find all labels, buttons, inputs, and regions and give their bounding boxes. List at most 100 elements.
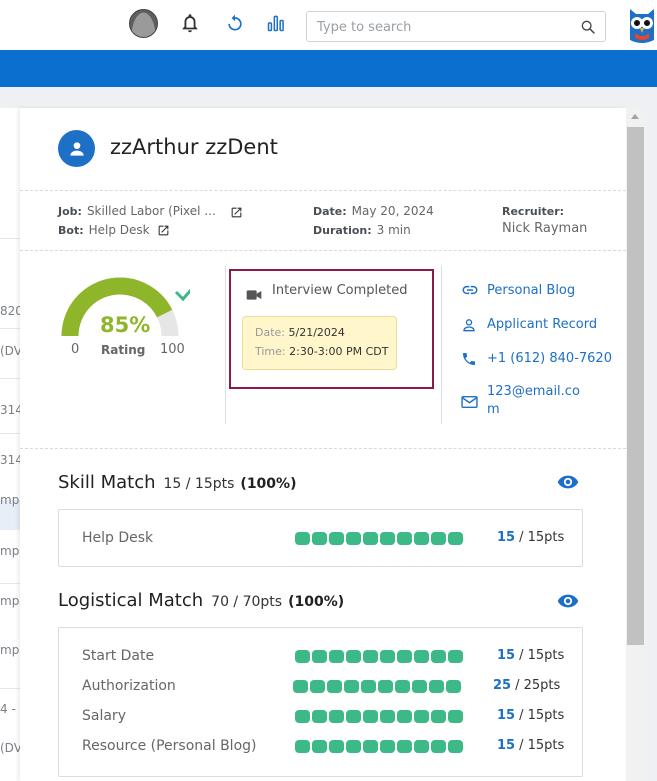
match-label: Authorization: [82, 678, 176, 694]
match-row: Start Date 15/ 15pts: [59, 647, 584, 667]
list-cell: mp: [0, 544, 20, 558]
skill-match-card: Help Desk 15/ 15pts: [58, 509, 583, 567]
refresh-icon[interactable]: [222, 10, 248, 36]
link-icon: [461, 283, 487, 297]
interview-status: Interview Completed: [272, 283, 408, 298]
scroll-up-arrow[interactable]: [631, 114, 639, 119]
match-bar-segment: [312, 710, 327, 723]
match-row: Salary 15/ 15pts: [59, 707, 584, 727]
divider: [20, 190, 626, 191]
email-link[interactable]: 123@email.com: [461, 383, 586, 419]
phone-number[interactable]: +1 (612) 840-7620: [487, 351, 612, 366]
match-bar-segment: [327, 680, 342, 693]
recruiter-value: Nick Rayman: [502, 221, 588, 236]
match-label: Start Date: [82, 648, 155, 664]
user-avatar[interactable]: [129, 9, 158, 38]
skill-match-percent: (100%): [240, 476, 297, 492]
logistical-match-title: Logistical Match 70 / 70pts (100%): [58, 590, 344, 611]
match-bar-segment: [310, 680, 325, 693]
bar-chart-icon[interactable]: [263, 10, 289, 36]
duration-value: 3 min: [376, 223, 411, 237]
duration-label: Duration:: [313, 224, 372, 237]
top-bar: [0, 0, 657, 50]
video-camera-icon: [246, 286, 262, 305]
external-link-icon[interactable]: [157, 222, 170, 241]
match-bar-segment: [414, 710, 429, 723]
match-bar-segment: [380, 740, 395, 753]
match-bar-segment: [293, 680, 308, 693]
bell-icon[interactable]: [177, 10, 203, 36]
interview-status-box: Interview Completed Date: 5/21/2024 Time…: [229, 269, 434, 389]
match-bar-segment: [346, 740, 361, 753]
match-score: 15/ 15pts: [497, 738, 565, 753]
rating-percent: 85%: [100, 313, 151, 337]
interview-time: 2:30-3:00 PM CDT: [289, 345, 389, 358]
list-cell: (DV: [0, 344, 22, 358]
person-icon: [58, 130, 95, 167]
rating-max: 100: [160, 342, 185, 357]
match-row: Resource (Personal Blog) 15/ 15pts: [59, 737, 584, 757]
match-row: Help Desk 15/ 15pts: [59, 529, 584, 549]
applicant-record-label[interactable]: Applicant Record: [487, 317, 597, 332]
match-bar-segment: [448, 740, 463, 753]
background-list: 8207 (DV 3148 3148 mp mp mp mp 4 - (DV: [0, 108, 22, 781]
skill-match-title: Skill Match 15 / 15pts (100%): [58, 472, 296, 493]
match-bar: [295, 532, 463, 545]
match-row: Authorization 25/ 25pts: [59, 677, 584, 697]
match-bar-segment: [412, 680, 427, 693]
scrollbar[interactable]: [626, 108, 646, 781]
match-score: 15/ 15pts: [497, 648, 565, 663]
rating-label: Rating: [101, 343, 146, 357]
match-label: Salary: [82, 708, 126, 724]
owl-logo[interactable]: [627, 6, 657, 44]
match-bar-segment: [363, 650, 378, 663]
applicant-record-link[interactable]: Applicant Record: [461, 317, 597, 333]
interview-time-label: Time:: [255, 345, 286, 358]
search-icon[interactable]: [580, 19, 596, 39]
match-bar-segment: [344, 680, 359, 693]
match-bar: [293, 680, 461, 693]
phone-link[interactable]: +1 (612) 840-7620: [461, 351, 612, 367]
match-bar-segment: [295, 650, 310, 663]
match-bar-segment: [329, 710, 344, 723]
match-bar-segment: [363, 532, 378, 545]
skill-match-heading: Skill Match: [58, 472, 156, 493]
divider: [20, 250, 626, 251]
match-bar-segment: [448, 650, 463, 663]
match-bar-segment: [363, 710, 378, 723]
match-bar-segment: [361, 680, 376, 693]
search-input[interactable]: [317, 17, 567, 37]
scrollbar-thumb[interactable]: [627, 127, 644, 645]
logistical-match-card: Start Date 15/ 15pts Authorization 25/ 2…: [58, 627, 583, 777]
external-link-icon[interactable]: [230, 204, 243, 223]
job-value: Skilled Labor (Pixel ...: [86, 204, 216, 218]
candidate-panel: zzArthur zzDent Job: Skilled Labor (Pixel…: [20, 108, 626, 781]
match-bar-segment: [397, 740, 412, 753]
mail-icon: [461, 395, 487, 409]
date-field: Date: May 20, 2024: [313, 204, 434, 218]
candidate-name: zzArthur zzDent: [110, 135, 278, 159]
bot-value: Help Desk: [88, 223, 150, 237]
match-bar-segment: [380, 710, 395, 723]
list-cell: 3148: [0, 453, 22, 467]
list-cell: mp: [0, 643, 20, 657]
eye-icon[interactable]: [557, 474, 579, 494]
match-bar-segment: [329, 740, 344, 753]
personal-blog-label[interactable]: Personal Blog: [487, 283, 575, 298]
personal-blog-link[interactable]: Personal Blog: [461, 283, 575, 298]
row-divider: [0, 583, 22, 584]
match-bar-segment: [448, 532, 463, 545]
email-address[interactable]: 123@email.com: [487, 383, 583, 419]
date-value: May 20, 2024: [351, 204, 434, 218]
bot-label: Bot:: [58, 224, 84, 237]
search-box[interactable]: [306, 11, 606, 42]
match-bar-segment: [378, 680, 393, 693]
list-cell: 3148: [0, 403, 22, 417]
list-cell: (DV: [0, 741, 22, 755]
match-bar-segment: [446, 680, 461, 693]
eye-icon[interactable]: [557, 593, 579, 613]
match-bar-segment: [295, 710, 310, 723]
match-bar-segment: [397, 532, 412, 545]
match-bar-segment: [346, 650, 361, 663]
divider: [20, 448, 626, 449]
